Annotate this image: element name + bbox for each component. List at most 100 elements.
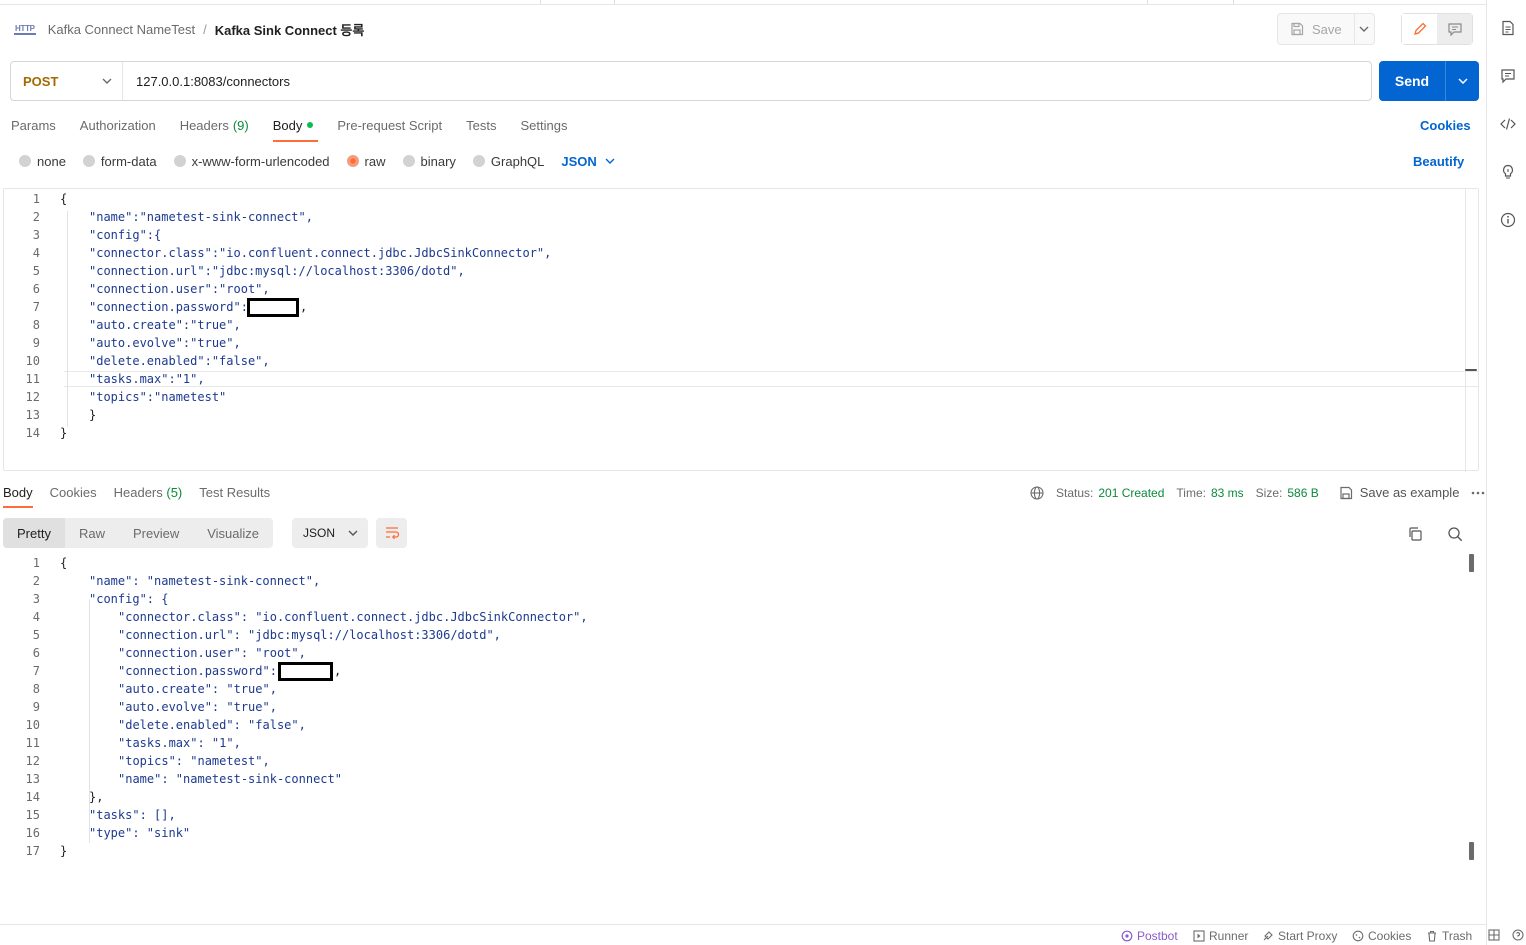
body-type-selector: none form-data x-www-form-urlencoded raw… [19, 152, 615, 170]
tab-settings[interactable]: Settings [520, 115, 567, 135]
globe-icon[interactable] [1030, 485, 1044, 500]
code-icon[interactable] [1500, 116, 1516, 132]
code-line: "auto.create":"true", [89, 318, 241, 332]
line-number: 1 [32, 192, 40, 206]
line-number: 12 [25, 390, 40, 404]
more-options-icon[interactable] [1471, 491, 1485, 495]
tab-response-headers[interactable]: Headers (5) [114, 485, 183, 500]
copy-icon[interactable] [1407, 526, 1423, 542]
search-icon[interactable] [1447, 526, 1463, 542]
tab-response-cookies[interactable]: Cookies [50, 485, 97, 500]
tab-test-results[interactable]: Test Results [199, 485, 270, 500]
code-line: "auto.evolve":"true", [89, 336, 241, 350]
line-number: 15 [25, 808, 40, 822]
request-title[interactable]: Kafka Sink Connect 등록 [215, 20, 365, 39]
tab-authorization[interactable]: Authorization [80, 115, 156, 135]
radio-form-data[interactable]: form-data [82, 154, 157, 169]
tab-pre-request-script[interactable]: Pre-request Script [337, 115, 442, 135]
code-line: "auto.create": "true", [118, 682, 277, 696]
footer-cookies-button[interactable]: Cookies [1352, 929, 1411, 943]
response-format-select[interactable]: JSON [292, 518, 368, 548]
line-number: 4 [32, 610, 40, 624]
line-number: 8 [32, 318, 40, 332]
comments-icon[interactable] [1500, 68, 1516, 84]
response-body-viewer[interactable]: 1 2 3 4 5 6 7 8 9 10 11 12 13 14 15 16 1… [3, 554, 1479, 916]
code-line: "type": "sink" [89, 826, 191, 840]
beautify-button[interactable]: Beautify [1413, 154, 1464, 169]
line-number: 9 [32, 336, 40, 350]
code-line: "connector.class": "io.confluent.connect… [118, 610, 588, 624]
method-select[interactable]: POST [11, 62, 123, 100]
help-icon[interactable] [1512, 929, 1524, 941]
time-value[interactable]: 83 ms [1211, 486, 1244, 500]
response-headers-count: (5) [166, 485, 183, 500]
proxy-icon [1262, 930, 1274, 942]
save-button[interactable]: Save [1278, 14, 1355, 44]
size-value[interactable]: 586 B [1287, 486, 1318, 500]
postbot-button[interactable]: Postbot [1121, 929, 1178, 943]
line-number: 6 [32, 646, 40, 660]
line-number: 3 [32, 592, 40, 606]
response-tabs: Body Cookies Headers (5) Test Results [3, 485, 270, 508]
breadcrumb-collection[interactable]: Kafka Connect NameTest [48, 22, 195, 37]
edit-mode-button[interactable] [1402, 14, 1437, 44]
save-options-button[interactable] [1355, 14, 1374, 44]
radio-binary[interactable]: binary [402, 154, 456, 169]
redacted-password [247, 298, 299, 317]
runner-button[interactable]: Runner [1193, 929, 1248, 943]
tab-tests[interactable]: Tests [466, 115, 496, 135]
info-icon[interactable] [1500, 212, 1516, 228]
code-line: "config":{ [89, 228, 162, 242]
send-button[interactable]: Send [1379, 61, 1446, 101]
code-line: "tasks.max": "1", [118, 736, 241, 750]
documentation-icon[interactable] [1500, 20, 1516, 36]
view-pretty[interactable]: Pretty [3, 518, 65, 548]
line-number: 11 [25, 372, 40, 386]
lightbulb-icon[interactable] [1500, 164, 1516, 180]
cookies-link[interactable]: Cookies [1420, 118, 1471, 133]
breadcrumb: HTTP Kafka Connect NameTest / Kafka Sink… [14, 18, 364, 40]
radio-x-www-form-urlencoded[interactable]: x-www-form-urlencoded [173, 154, 330, 169]
send-options-button[interactable] [1446, 61, 1479, 101]
wrap-lines-button[interactable] [376, 518, 407, 548]
layout-toggle-icon[interactable] [1488, 929, 1500, 941]
request-tabs: Params Authorization Headers (9) Body Pre… [11, 115, 567, 142]
code-line: }, [89, 790, 104, 804]
tab-body[interactable]: Body [272, 115, 318, 142]
save-label: Save [1312, 21, 1342, 37]
status-value[interactable]: 201 Created [1098, 486, 1164, 500]
breadcrumb-separator: / [203, 21, 207, 37]
line-number: 1 [32, 556, 40, 570]
tab-response-body[interactable]: Body [3, 485, 33, 508]
chevron-down-icon [102, 78, 112, 84]
line-number: 14 [25, 790, 40, 804]
save-example-button[interactable]: Save as example [1339, 485, 1459, 500]
line-number: 5 [32, 264, 40, 278]
trash-button[interactable]: Trash [1426, 929, 1472, 943]
code-line: "connection.user":"root", [89, 282, 270, 296]
tab-params[interactable]: Params [11, 115, 56, 135]
line-number: 16 [25, 826, 40, 840]
line-number: 6 [32, 282, 40, 296]
chevron-down-icon [605, 158, 615, 164]
radio-none[interactable]: none [19, 154, 66, 169]
tab-headers[interactable]: Headers (9) [180, 115, 249, 135]
view-preview[interactable]: Preview [119, 518, 193, 548]
radio-graphql[interactable]: GraphQL [472, 154, 544, 169]
postbot-icon [1121, 930, 1133, 942]
view-raw[interactable]: Raw [65, 518, 119, 548]
code-line: "connection.user": "root", [118, 646, 306, 660]
request-code-lines: 1 2 3 4 5 6 7 8 9 10 11 12 13 14 { "name… [3, 190, 1463, 450]
radio-raw[interactable]: raw [346, 154, 386, 169]
url-input[interactable]: 127.0.0.1:8083/connectors [123, 74, 290, 89]
size-label: Size: [1255, 485, 1283, 500]
body-format-select[interactable]: JSON [561, 154, 615, 169]
code-line: "connection.password": [118, 664, 277, 678]
code-line: } [60, 426, 68, 440]
view-visualize[interactable]: Visualize [193, 518, 273, 548]
line-number: 17 [25, 844, 40, 858]
comment-mode-button[interactable] [1437, 14, 1472, 44]
code-line: "delete.enabled": "false", [118, 718, 306, 732]
start-proxy-button[interactable]: Start Proxy [1262, 929, 1337, 943]
line-number: 8 [32, 682, 40, 696]
